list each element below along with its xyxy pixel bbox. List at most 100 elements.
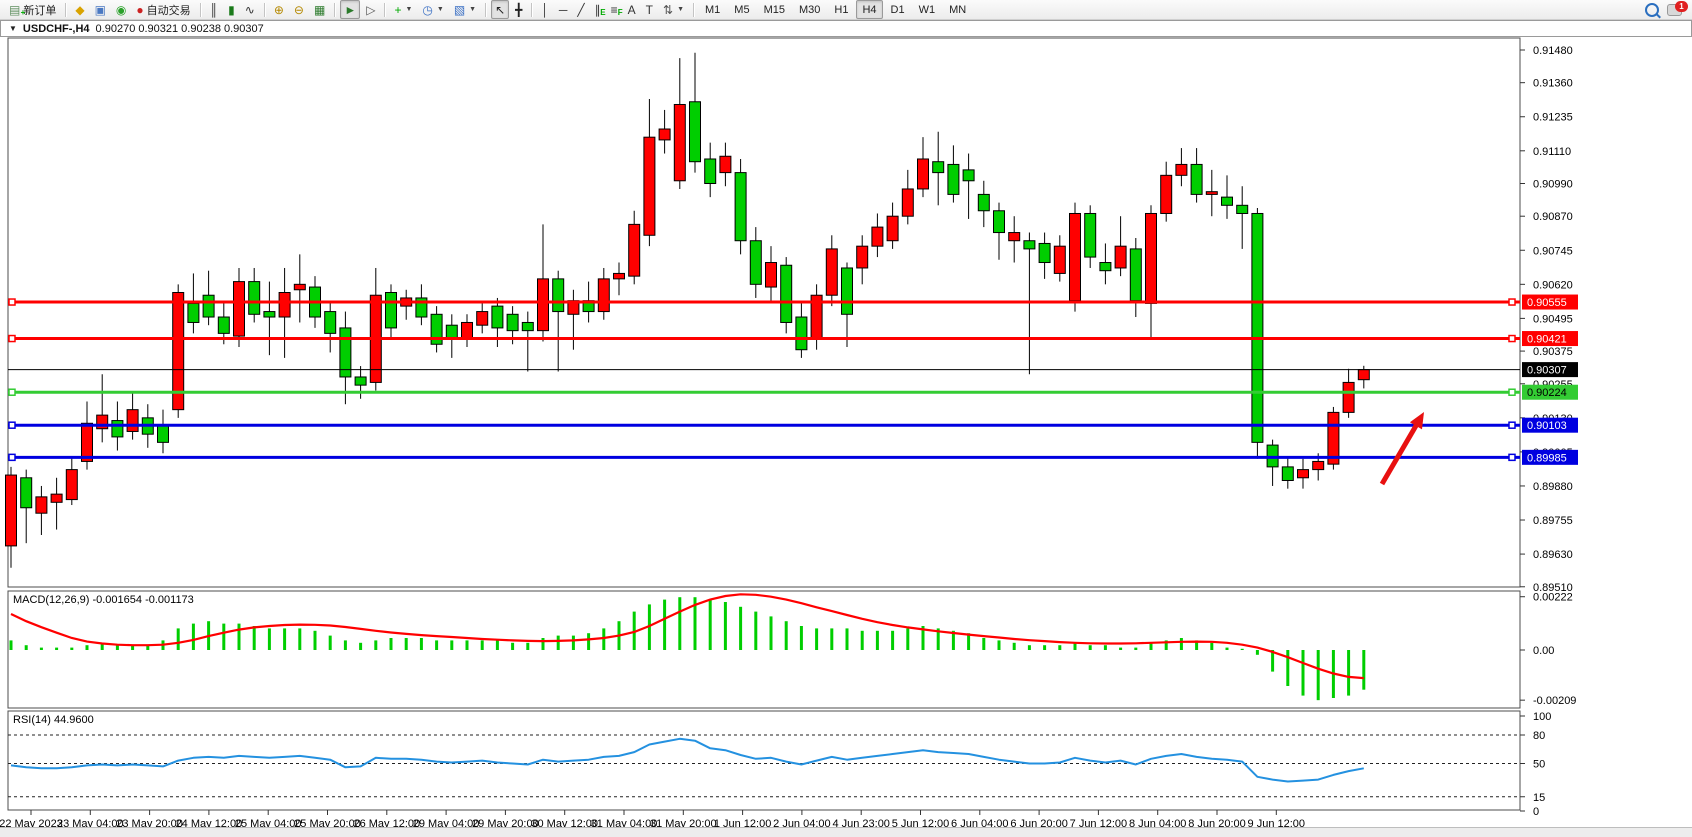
- market-watch-button[interactable]: ◆: [71, 0, 88, 19]
- svg-text:0.90990: 0.90990: [1533, 179, 1573, 191]
- chart-shift-button[interactable]: ▷: [362, 0, 379, 19]
- chevron-down-icon[interactable]: ▼: [437, 6, 444, 13]
- line-chart-button[interactable]: ∿: [241, 0, 259, 19]
- svg-text:26 May 12:00: 26 May 12:00: [353, 818, 420, 827]
- toolbar-separator: [264, 3, 265, 17]
- tile-windows-button[interactable]: ▦: [310, 0, 329, 19]
- macd-label: MACD(12,26,9) -0.001654 -0.001173: [13, 594, 194, 606]
- periods-icon: ◷: [422, 4, 432, 16]
- candlestick-chart-button[interactable]: ▮: [224, 0, 239, 19]
- timeframe-m5-button[interactable]: M5: [728, 0, 755, 19]
- autotrading-label: 自动交易: [147, 2, 191, 18]
- arrows-icon: ⇅: [663, 4, 673, 16]
- timeframe-d1-button[interactable]: D1: [885, 0, 911, 19]
- svg-text:0: 0: [1533, 806, 1539, 818]
- vertical-line-icon: │: [541, 4, 549, 16]
- timeframe-w1-button[interactable]: W1: [913, 0, 942, 19]
- svg-text:31 May 20:00: 31 May 20:00: [650, 818, 717, 827]
- timeframe-m30-button[interactable]: M30: [793, 0, 826, 19]
- trendline-button[interactable]: ╱: [573, 0, 588, 19]
- horizontal-line-button[interactable]: ─: [555, 0, 572, 19]
- zoom-in-button[interactable]: ⊕: [270, 0, 288, 19]
- bar-chart-icon: ║: [210, 4, 219, 16]
- auto-scroll-button[interactable]: ►: [340, 0, 360, 19]
- new-order-icon: ▤+: [9, 4, 20, 16]
- svg-text:0.91360: 0.91360: [1533, 78, 1573, 90]
- svg-text:29 May 20:00: 29 May 20:00: [472, 818, 539, 827]
- new-order-button[interactable]: ▤+新订单: [5, 0, 60, 19]
- svg-text:4 Jun 23:00: 4 Jun 23:00: [832, 818, 890, 827]
- svg-text:0.89755: 0.89755: [1533, 515, 1573, 527]
- data-window-button[interactable]: ▣: [91, 0, 110, 19]
- macd-pane: 0.00222 0.00 -0.00209 MACD(12,26,9) -0.0016…: [11, 592, 1576, 707]
- candles: [6, 53, 1370, 568]
- vertical-line-button[interactable]: │: [537, 0, 553, 19]
- svg-text:23 May 04:00: 23 May 04:00: [57, 818, 124, 827]
- svg-text:-0.00209: -0.00209: [1533, 695, 1576, 707]
- line-chart-icon: ∿: [245, 4, 255, 16]
- market-watch-icon: ◆: [75, 4, 84, 16]
- svg-text:0.90307: 0.90307: [1527, 365, 1567, 377]
- chevron-down-icon[interactable]: ▼: [469, 6, 476, 13]
- fibonacci-icon: ≡F: [611, 4, 618, 16]
- indicators-button[interactable]: +▼: [390, 0, 416, 19]
- chart-area[interactable]: 0.914800.913600.912350.911100.909900.908…: [0, 37, 1692, 827]
- timeframe-mn-button[interactable]: MN: [943, 0, 972, 19]
- svg-text:6 Jun 04:00: 6 Jun 04:00: [951, 818, 1009, 827]
- timeframe-m1-button[interactable]: M1: [699, 0, 726, 19]
- toolbar-separator: [200, 3, 201, 17]
- crosshair-button[interactable]: ╋: [511, 0, 526, 19]
- window-bottom-strip: [0, 827, 1692, 837]
- chevron-down-icon[interactable]: ▼: [677, 6, 684, 13]
- text-button[interactable]: A: [624, 0, 640, 19]
- svg-text:0.90375: 0.90375: [1533, 346, 1573, 358]
- notifications-icon[interactable]: 1: [1667, 4, 1682, 16]
- toolbar-separator: [531, 3, 532, 17]
- svg-text:23 May 20:00: 23 May 20:00: [116, 818, 183, 827]
- auto-scroll-icon: ►: [344, 4, 356, 16]
- svg-text:0.00: 0.00: [1533, 645, 1554, 657]
- templates-button[interactable]: ▧▼: [450, 0, 480, 19]
- svg-text:0.91110: 0.91110: [1533, 146, 1571, 158]
- autotrading-button[interactable]: ●自动交易: [132, 0, 194, 19]
- svg-text:8 Jun 04:00: 8 Jun 04:00: [1129, 818, 1187, 827]
- svg-text:25 May 20:00: 25 May 20:00: [294, 818, 361, 827]
- svg-text:0.00222: 0.00222: [1533, 592, 1573, 604]
- timeframe-h1-button[interactable]: H1: [828, 0, 854, 19]
- signal-button[interactable]: ◉: [112, 0, 130, 19]
- chart-dropdown-icon[interactable]: ▼: [9, 24, 17, 33]
- text-label-button[interactable]: T: [642, 0, 657, 19]
- svg-text:1 Jun 12:00: 1 Jun 12:00: [714, 818, 772, 827]
- chart-shift-icon: ▷: [366, 4, 375, 16]
- timeframe-h4-button[interactable]: H4: [856, 0, 882, 19]
- svg-text:29 May 04:00: 29 May 04:00: [413, 818, 480, 827]
- periods-button[interactable]: ◷▼: [418, 0, 447, 19]
- bar-chart-button[interactable]: ║: [206, 0, 223, 19]
- zoom-out-button[interactable]: ⊖: [290, 0, 308, 19]
- arrows-button[interactable]: ⇅▼: [659, 0, 688, 19]
- text-label-icon: T: [646, 4, 653, 16]
- chevron-down-icon[interactable]: ▼: [405, 6, 412, 13]
- fibonacci-button[interactable]: ≡F: [607, 0, 622, 19]
- toolbar-separator: [65, 3, 66, 17]
- trendline-icon: ╱: [577, 4, 584, 16]
- svg-text:7 Jun 12:00: 7 Jun 12:00: [1070, 818, 1128, 827]
- templates-icon: ▧: [454, 4, 465, 16]
- svg-text:0.90224: 0.90224: [1527, 387, 1567, 399]
- cursor-icon: ↖: [495, 4, 505, 16]
- chart-ohlc-values: 0.90270 0.90321 0.90238 0.90307: [96, 23, 264, 35]
- equidistant-channel-icon: ∥E: [595, 4, 601, 16]
- new-order-icon-badge: +: [21, 7, 26, 19]
- svg-text:50: 50: [1533, 759, 1545, 771]
- signal-icon: ◉: [116, 4, 126, 16]
- cursor-button[interactable]: ↖: [491, 0, 509, 19]
- svg-text:80: 80: [1533, 730, 1545, 742]
- svg-text:0.89630: 0.89630: [1533, 549, 1573, 561]
- candlestick-chart-icon: ▮: [228, 4, 235, 16]
- search-icon[interactable]: [1645, 3, 1659, 17]
- timeframe-m15-button[interactable]: M15: [758, 0, 791, 19]
- equidistant-channel-button[interactable]: ∥E: [591, 0, 605, 19]
- svg-text:0.90620: 0.90620: [1533, 279, 1573, 291]
- chart-window-titlebar[interactable]: ▼ USDCHF-,H4 0.90270 0.90321 0.90238 0.9…: [0, 20, 1692, 37]
- svg-text:0.90421: 0.90421: [1527, 334, 1567, 346]
